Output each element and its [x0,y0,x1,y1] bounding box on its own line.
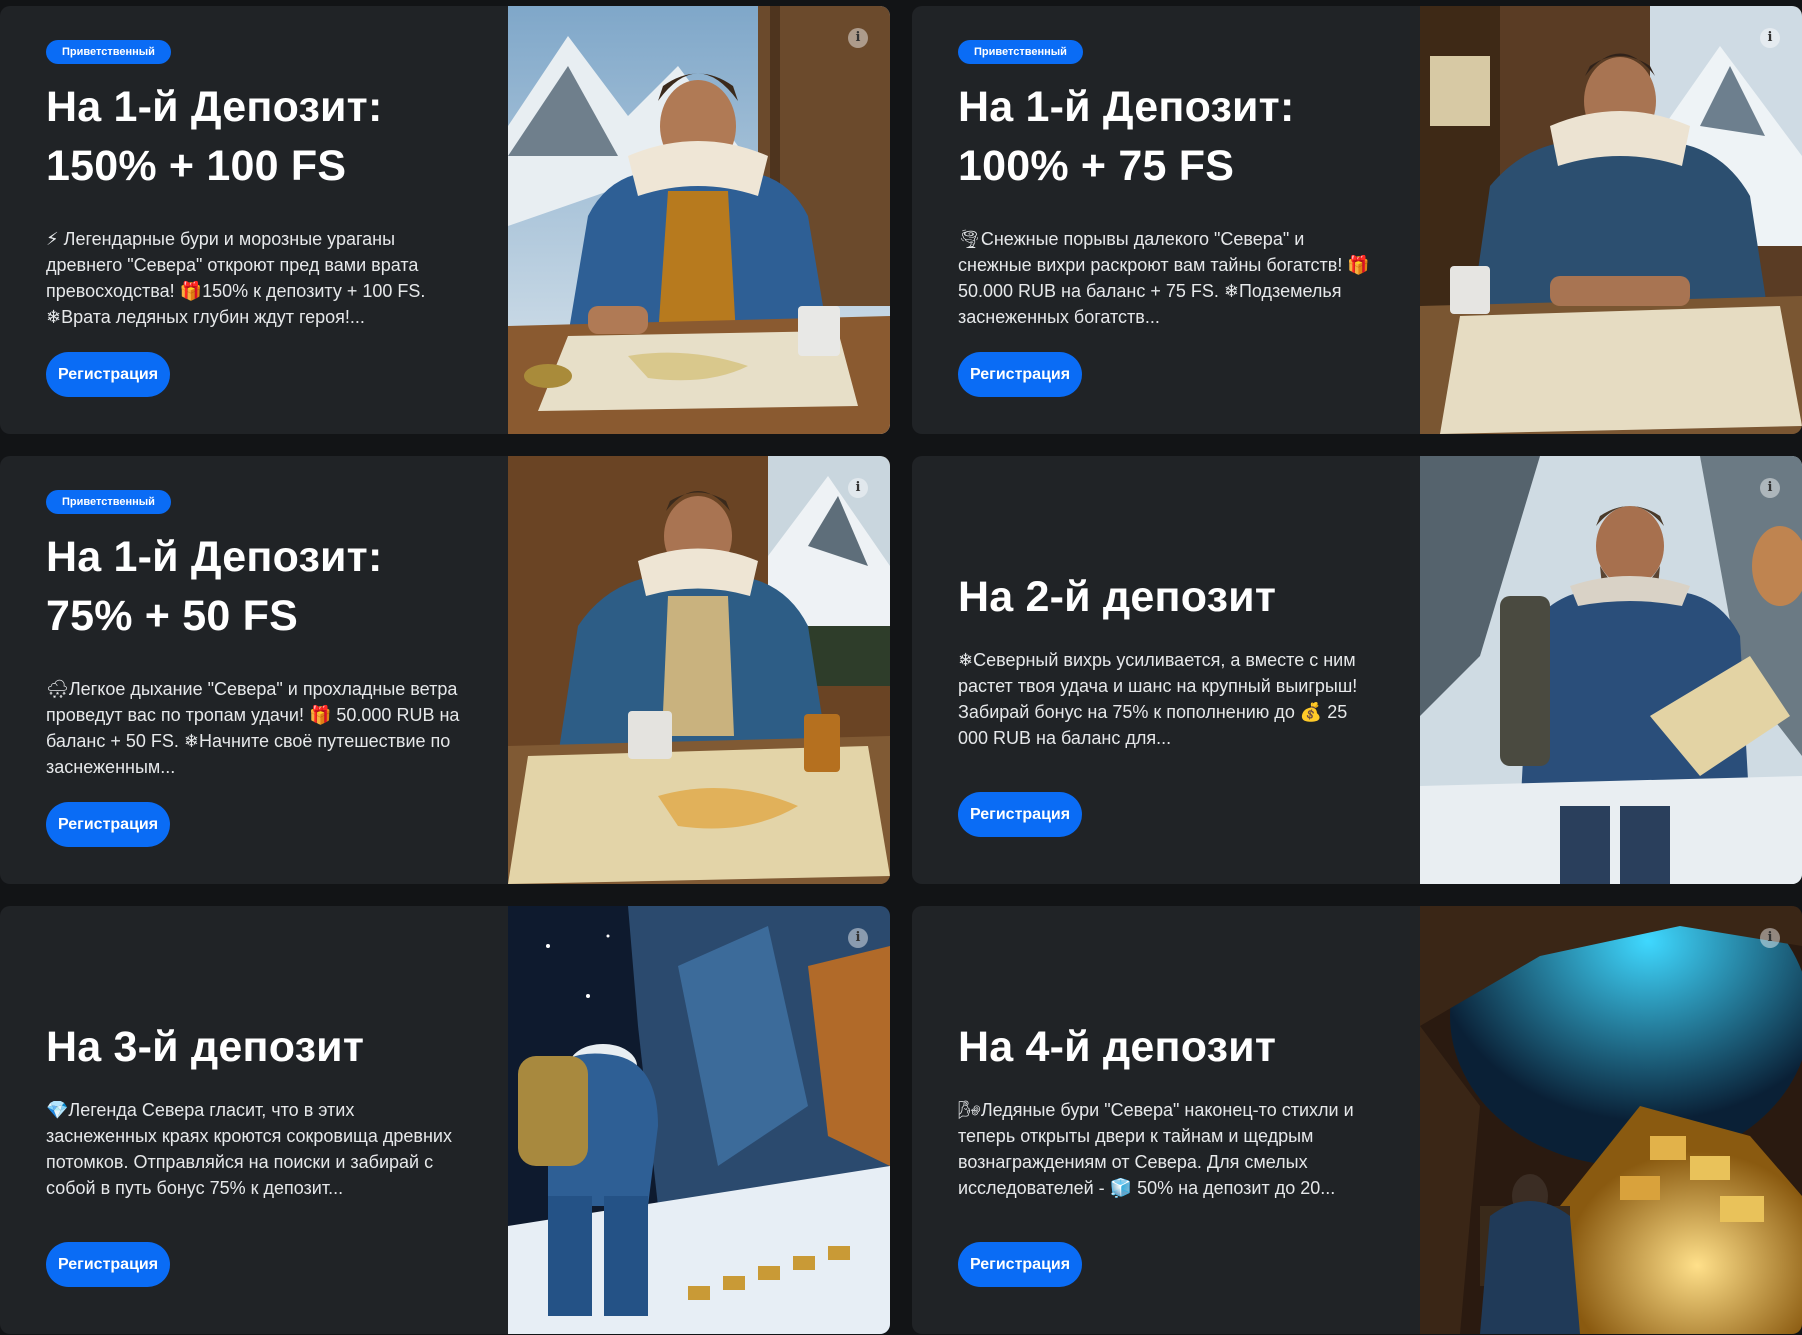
bonus-card-5: На 3-й депозит 💎Легенда Севера гласит, ч… [0,906,890,1334]
bonus-description: ❄Северный вихрь усиливается, а вместе с … [958,650,1358,748]
bonus-card-content: Приветственный На 1-й Депозит: 150% + 10… [0,6,508,434]
register-button[interactable]: Регистрация [46,352,170,397]
welcome-badge: Приветственный [46,40,171,64]
bonus-description: 🌬Ледяные бури "Севера" наконец-то стихли… [958,1100,1354,1198]
bonus-card-content: На 4-й депозит 🌬Ледяные бури "Севера" на… [912,906,1420,1334]
bonus-card-6: На 4-й депозит 🌬Ледяные бури "Севера" на… [912,906,1802,1334]
bonus-image: i [508,6,890,434]
bonus-description: 🌪Снежные порывы далекого "Севера" и снеж… [958,229,1370,327]
bonus-title: На 1-й Депозит: 150% + 100 FS [46,83,383,190]
bonus-card-content: Приветственный На 1-й Депозит: 75% + 50 … [0,456,508,884]
bonus-title: На 1-й Депозит: 75% + 50 FS [46,533,383,640]
welcome-badge: Приветственный [46,490,171,514]
bonus-image: i [1420,6,1802,434]
bonus-description: ⚡ Легендарные бури и морозные ураганы др… [46,229,426,327]
bonus-image: i [1420,456,1802,884]
bonus-description: 💎Легенда Севера гласит, что в этих засне… [46,1100,452,1198]
bonus-card-1: Приветственный На 1-й Депозит: 150% + 10… [0,6,890,434]
info-icon[interactable]: i [848,478,868,498]
info-icon[interactable]: i [1760,28,1780,48]
info-icon[interactable]: i [848,28,868,48]
bonus-image: i [508,906,890,1334]
bonus-image: i [1420,906,1802,1334]
bonus-title: На 3-й депозит [46,1023,365,1071]
bonus-cards-grid: Приветственный На 1-й Депозит: 150% + 10… [0,6,1802,1335]
register-button[interactable]: Регистрация [46,802,170,847]
bonus-title: На 4-й депозит [958,1023,1277,1071]
bonus-card-4: На 2-й депозит ❄Северный вихрь усиливает… [912,456,1802,884]
register-button[interactable]: Регистрация [958,792,1082,837]
bonus-card-content: Приветственный На 1-й Депозит: 100% + 75… [912,6,1420,434]
info-icon[interactable]: i [1760,478,1780,498]
info-icon[interactable]: i [848,928,868,948]
register-button[interactable]: Регистрация [46,1242,170,1287]
welcome-badge: Приветственный [958,40,1083,64]
info-icon[interactable]: i [1760,928,1780,948]
bonus-title: На 2-й депозит [958,573,1277,621]
bonus-description: 🌨Легкое дыхание "Севера" и прохладные ве… [46,679,460,777]
register-button[interactable]: Регистрация [958,1242,1082,1287]
bonus-card-content: На 3-й депозит 💎Легенда Севера гласит, ч… [0,906,508,1334]
bonus-title: На 1-й Депозит: 100% + 75 FS [958,83,1295,190]
bonus-card-content: На 2-й депозит ❄Северный вихрь усиливает… [912,456,1420,884]
register-button[interactable]: Регистрация [958,352,1082,397]
bonus-image: i [508,456,890,884]
bonus-card-2: Приветственный На 1-й Депозит: 100% + 75… [912,6,1802,434]
bonus-card-3: Приветственный На 1-й Депозит: 75% + 50 … [0,456,890,884]
